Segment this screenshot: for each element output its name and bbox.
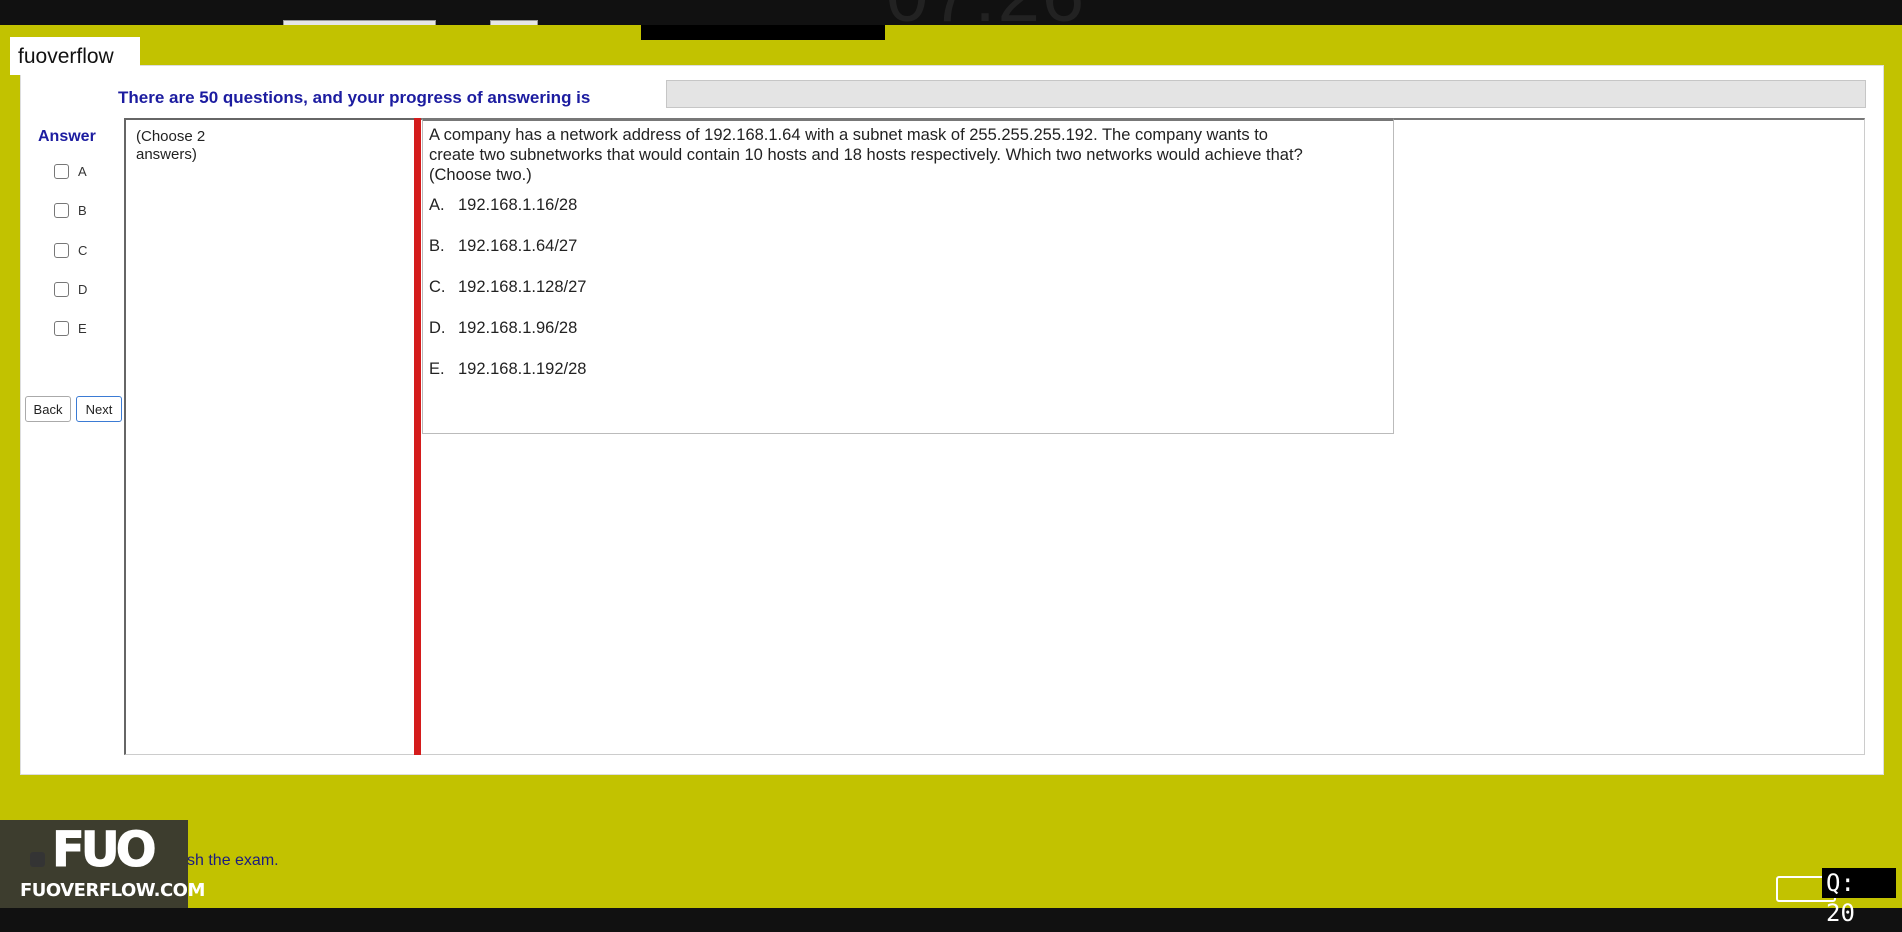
- option-label: B: [78, 202, 87, 218]
- answer-option-b[interactable]: B: [54, 200, 87, 220]
- top-control[interactable]: [490, 20, 538, 25]
- watermark-tag: fuoverflow: [10, 37, 140, 75]
- question-choice: D. 192.168.1.96/28: [429, 319, 578, 337]
- logo-mark: FUO: [52, 822, 158, 879]
- answer-option-a[interactable]: A: [54, 161, 87, 181]
- logo-site: FUOVERFLOW.COM: [20, 880, 205, 901]
- answer-option-c[interactable]: C: [54, 240, 87, 260]
- checkbox[interactable]: [54, 242, 69, 258]
- question-choice: A. 192.168.1.16/28: [429, 196, 578, 214]
- choose-hint: (Choose 2 answers): [136, 128, 206, 163]
- checkbox[interactable]: [54, 320, 69, 336]
- choose-hint-box: (Choose 2 answers): [124, 118, 416, 755]
- top-control[interactable]: [283, 20, 436, 25]
- progress-label: There are 50 questions, and your progres…: [118, 88, 591, 107]
- splitter[interactable]: [414, 118, 421, 755]
- answer-option-e[interactable]: E: [54, 318, 87, 338]
- option-label: E: [78, 320, 87, 336]
- next-button[interactable]: Next: [76, 396, 122, 422]
- back-button[interactable]: Back: [25, 396, 71, 422]
- bottom-bar: [0, 908, 1902, 932]
- answer-title: Answer: [38, 128, 96, 145]
- question-text: A company has a network address of 192.1…: [429, 126, 1303, 184]
- question-choice: E. 192.168.1.192/28: [429, 360, 587, 378]
- option-label: D: [78, 281, 88, 297]
- timer-box: [641, 25, 885, 40]
- question-choice: B. 192.168.1.64/27: [429, 237, 578, 255]
- question-box: A company has a network address of 192.1…: [422, 118, 1394, 434]
- checkbox[interactable]: [54, 281, 69, 297]
- option-label: C: [78, 242, 88, 258]
- question-counter: Q: 20: [1822, 868, 1896, 927]
- option-label: A: [78, 163, 87, 179]
- timer: 07:26: [886, 0, 1086, 34]
- checkbox[interactable]: [54, 163, 69, 179]
- watermark-logo: FUO FUOVERFLOW.COM: [0, 820, 205, 908]
- progress-bar: [666, 80, 1866, 108]
- finish-exam-label: sh the exam.: [187, 852, 279, 869]
- checkbox[interactable]: [54, 202, 69, 218]
- answer-option-d[interactable]: D: [54, 279, 87, 299]
- question-choice: C. 192.168.1.128/27: [429, 278, 587, 296]
